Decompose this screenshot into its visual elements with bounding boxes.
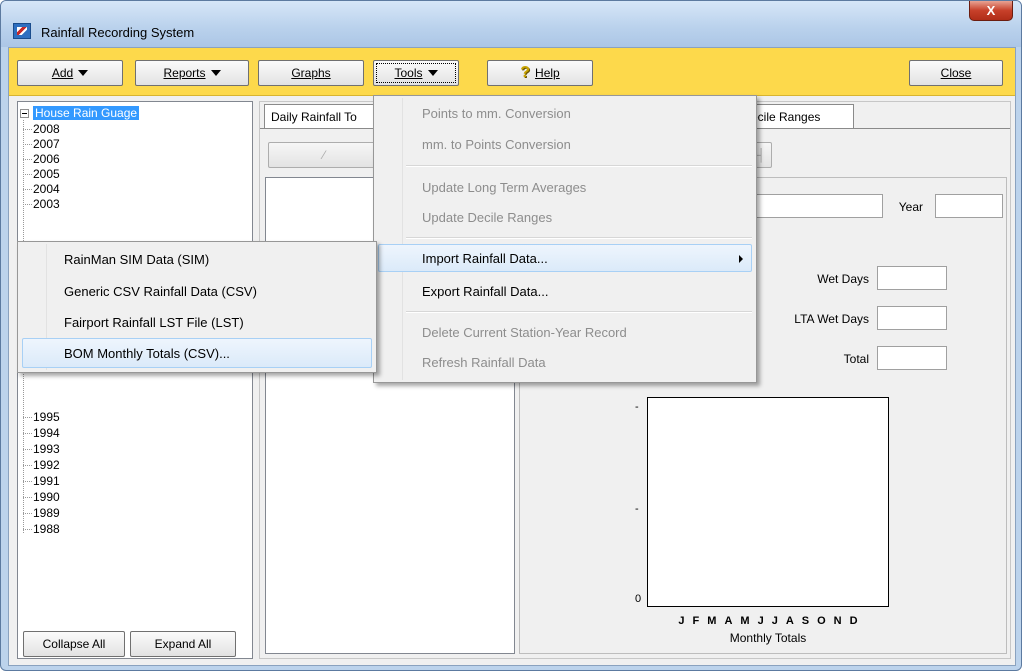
tree-year-item[interactable]: 1993 bbox=[23, 442, 60, 456]
tree-year-item[interactable]: 2007 bbox=[23, 137, 60, 151]
menu-item-import-label: Import Rainfall Data... bbox=[422, 251, 548, 266]
month-tick: M bbox=[740, 615, 750, 627]
month-tick: N bbox=[833, 615, 842, 627]
month-tick: O bbox=[817, 615, 826, 627]
tree-year-item[interactable]: 1995 bbox=[23, 410, 60, 424]
graphs-label: Graphs bbox=[291, 66, 331, 80]
month-tick: D bbox=[849, 615, 858, 627]
y-tick-mid: - bbox=[635, 503, 639, 515]
tab-daily-rainfall[interactable]: Daily Rainfall To bbox=[264, 104, 382, 128]
tree-year-item[interactable]: 1992 bbox=[23, 458, 60, 472]
app-icon bbox=[13, 23, 31, 39]
menu-item-import[interactable]: Import Rainfall Data... bbox=[378, 244, 752, 272]
tree-year-item[interactable]: 1990 bbox=[23, 490, 60, 504]
expand-all-button[interactable]: Expand All bbox=[130, 631, 236, 657]
month-tick: A bbox=[785, 615, 794, 627]
help-button[interactable]: ? Help bbox=[487, 60, 593, 86]
total-field[interactable] bbox=[877, 346, 947, 370]
y-tick-zero: 0 bbox=[635, 593, 642, 605]
chevron-down-icon bbox=[78, 70, 89, 76]
submenu-arrow-icon bbox=[739, 255, 743, 263]
menu-separator bbox=[406, 237, 752, 239]
tab-decile-ranges[interactable]: ecile Ranges bbox=[744, 104, 854, 128]
pencil-icon: ⁄ bbox=[322, 148, 325, 162]
year-label: Year bbox=[898, 200, 923, 214]
tree-year-item[interactable]: 2005 bbox=[23, 167, 60, 181]
tools-label: Tools bbox=[394, 66, 423, 80]
total-label: Total bbox=[843, 352, 869, 366]
add-label: Add bbox=[51, 66, 74, 80]
monthly-totals-chart bbox=[647, 397, 889, 607]
tools-menu: Points to mm. Conversion mm. to Points C… bbox=[373, 95, 757, 383]
tree-year-item[interactable]: 1991 bbox=[23, 474, 60, 488]
menu-item-import-sim[interactable]: RainMan SIM Data (SIM) bbox=[64, 252, 209, 267]
tree-year-item[interactable]: 1994 bbox=[23, 426, 60, 440]
reports-label: Reports bbox=[163, 66, 206, 80]
chevron-down-icon bbox=[427, 70, 438, 76]
tools-button[interactable]: Tools bbox=[373, 60, 459, 86]
help-label: Help bbox=[535, 66, 560, 80]
menu-item-export[interactable]: Export Rainfall Data... bbox=[422, 284, 548, 299]
menu-item-import-lst[interactable]: Fairport Rainfall LST File (LST) bbox=[64, 315, 244, 330]
lta-wet-days-field[interactable] bbox=[877, 306, 947, 330]
app-window: Rainfall Recording System X Add Reports … bbox=[0, 0, 1022, 671]
collapse-all-button[interactable]: Collapse All bbox=[23, 631, 125, 657]
menu-item-points-to-mm: Points to mm. Conversion bbox=[422, 106, 571, 121]
wet-days-field[interactable] bbox=[877, 266, 947, 290]
tree-year-item[interactable]: 2008 bbox=[23, 122, 60, 136]
question-mark-icon: ? bbox=[520, 64, 531, 81]
draw-tool-button[interactable]: ⁄ bbox=[268, 142, 380, 168]
chevron-down-icon bbox=[210, 70, 221, 76]
month-tick: S bbox=[801, 615, 810, 627]
month-axis: J F M A M J J A S O N D bbox=[647, 615, 889, 627]
tree-year-item[interactable]: 2003 bbox=[23, 197, 60, 211]
tool-icon: ┤ bbox=[756, 148, 766, 162]
month-tick: M bbox=[707, 615, 717, 627]
tree-year-item[interactable]: 1989 bbox=[23, 506, 60, 520]
tree-year-item[interactable]: 1988 bbox=[23, 522, 60, 536]
wet-days-label: Wet Days bbox=[817, 272, 869, 286]
menu-item-refresh: Refresh Rainfall Data bbox=[422, 355, 546, 370]
menu-item-mm-to-points: mm. to Points Conversion bbox=[422, 137, 571, 152]
menu-gutter bbox=[402, 98, 403, 380]
tree-year-item[interactable]: 2006 bbox=[23, 152, 60, 166]
close-button[interactable]: Close bbox=[909, 60, 1003, 86]
toolbar: Add Reports Graphs Tools ? Help Close bbox=[9, 48, 1015, 96]
month-tick: J bbox=[757, 615, 764, 627]
menu-item-import-bom[interactable]: BOM Monthly Totals (CSV)... bbox=[22, 338, 372, 368]
collapse-icon[interactable] bbox=[20, 108, 29, 118]
chart-caption: Monthly Totals bbox=[729, 631, 807, 645]
graphs-button[interactable]: Graphs bbox=[258, 60, 364, 86]
month-tick: J bbox=[771, 615, 778, 627]
month-tick: J bbox=[678, 615, 685, 627]
title-bar[interactable]: Rainfall Recording System X bbox=[1, 1, 1021, 47]
window-title: Rainfall Recording System bbox=[41, 25, 195, 40]
tree-root-label[interactable]: House Rain Guage bbox=[33, 106, 140, 120]
year-field[interactable] bbox=[935, 194, 1003, 218]
reports-button[interactable]: Reports bbox=[135, 60, 249, 86]
menu-separator bbox=[406, 165, 752, 167]
window-close-button[interactable]: X bbox=[969, 1, 1013, 21]
month-tick: A bbox=[724, 615, 733, 627]
y-tick-top: - bbox=[635, 401, 639, 413]
menu-item-import-csv[interactable]: Generic CSV Rainfall Data (CSV) bbox=[64, 284, 257, 299]
menu-item-update-lta: Update Long Term Averages bbox=[422, 180, 587, 195]
add-button[interactable]: Add bbox=[17, 60, 123, 86]
tree-year-item[interactable]: 2004 bbox=[23, 182, 60, 196]
close-label: Close bbox=[940, 66, 972, 80]
menu-item-update-decile: Update Decile Ranges bbox=[422, 210, 553, 225]
lta-wet-days-label: LTA Wet Days bbox=[794, 312, 869, 326]
tree-root[interactable]: House Rain Guage bbox=[20, 106, 140, 120]
menu-separator bbox=[406, 311, 752, 313]
menu-item-delete-record: Delete Current Station-Year Record bbox=[422, 325, 627, 340]
station-tree[interactable]: House Rain Guage 2008 2007 2006 2005 200… bbox=[17, 101, 253, 659]
import-submenu: RainMan SIM Data (SIM) Generic CSV Rainf… bbox=[17, 241, 377, 373]
month-tick: F bbox=[692, 615, 700, 627]
